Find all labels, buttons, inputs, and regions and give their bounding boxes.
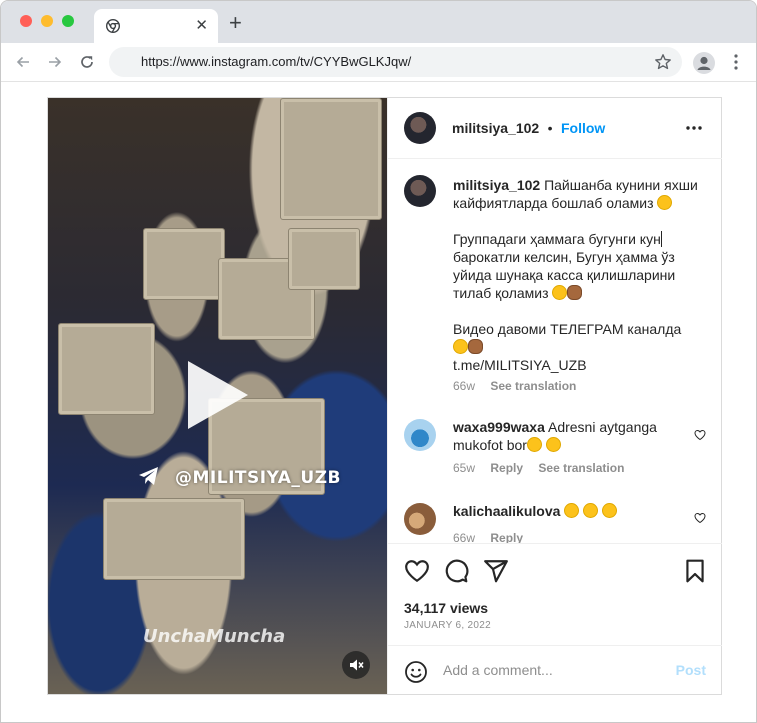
comment-time[interactable]: 66w [453,531,475,543]
address-bar[interactable]: https://www.instagram.com/tv/CYYBwGLKJqw… [109,47,682,77]
reload-button[interactable] [77,52,97,72]
grinning-sweat-emoji-icon [552,285,568,300]
post-author-username[interactable]: militsiya_102 [452,120,539,136]
more-icon[interactable] [685,125,703,131]
watermark-brand: UnchaMuncha [143,626,286,647]
avatar[interactable] [404,175,436,207]
praying-hands-emoji-icon [567,285,583,300]
see-translation-button[interactable]: See translation [490,379,576,393]
astonished-emoji-icon [602,503,618,518]
video-frame-detail [143,228,225,300]
comment-meta: 66w Reply [453,531,535,543]
caption-meta: 66w See translation [453,379,588,393]
comment-text: waxa999waxa Adresni aytganga mukofot bor [453,418,673,454]
back-button[interactable] [13,52,33,72]
heart-icon[interactable] [404,558,430,584]
forward-button[interactable] [45,52,65,72]
video-frame-detail [288,228,360,290]
video-frame-detail [103,498,245,580]
heart-icon[interactable] [694,429,706,441]
tab-close-icon[interactable]: ✕ [195,16,208,36]
emoji-icon[interactable] [404,660,428,684]
tab-strip: ✕ + [1,1,756,43]
browser-window: ✕ + https://www.instagram.com/tv/CYYBwGL… [0,0,757,723]
play-icon[interactable] [188,361,248,429]
comment-username[interactable]: waxa999waxa [453,419,545,435]
laughing-emoji-icon [545,437,561,452]
new-tab-button[interactable]: + [229,12,242,34]
view-count[interactable]: 34,117 views [404,600,488,616]
video-frame-detail [58,323,155,415]
mute-button[interactable] [342,651,370,679]
url-text[interactable]: https://www.instagram.com/tv/CYYBwGLKJqw… [141,54,411,69]
follow-button[interactable]: Follow [561,120,605,136]
caption: militsiya_102 Пайшанба кунини яхши кайфи… [453,176,703,374]
post-comment-button[interactable]: Post [676,662,706,678]
instagram-post: @MILITSIYA_UZB UnchaMuncha militsiya_102… [47,97,722,695]
reply-button[interactable]: Reply [490,461,523,475]
astonished-emoji-icon [564,503,580,518]
post-sidebar: militsiya_102 • Follow militsiya_102 Пай… [387,98,722,694]
separator-dot: • [547,120,553,136]
caption-line-3: Видео давоми ТЕЛЕГРАМ каналда [453,321,682,337]
save-icon[interactable] [682,558,708,584]
astonished-emoji-icon [583,503,599,518]
comment-username[interactable]: kalichaalikulova [453,503,560,519]
text-cursor [660,231,662,247]
post-actions: 34,117 views JANUARY 6, 2022 Post [388,543,722,695]
kebab-menu-icon[interactable] [729,53,743,71]
star-icon[interactable] [654,53,672,71]
comment-time[interactable]: 65w [453,461,475,475]
smiling-emoji-icon [657,195,673,210]
video-player[interactable]: @MILITSIYA_UZB UnchaMuncha [48,98,387,694]
avatar[interactable] [404,503,436,535]
pointing-down-emoji-icon [468,339,483,354]
watermark-channel: @MILITSIYA_UZB [175,468,341,488]
comment-icon[interactable] [443,558,469,584]
forward-icon [49,56,62,68]
comment-text: kalichaalikulova [453,502,693,520]
caption-time[interactable]: 66w [453,379,475,393]
avatar[interactable] [404,112,436,144]
browser-tab[interactable]: ✕ [94,9,218,43]
laughing-emoji-icon [526,437,542,452]
caption-username[interactable]: militsiya_102 [453,177,540,193]
header-text: militsiya_102 • Follow [452,120,605,138]
minimize-window-button[interactable] [41,15,53,27]
mute-icon [350,659,364,671]
reload-icon [81,56,93,68]
video-frame-detail [280,98,382,220]
maximize-window-button[interactable] [62,15,74,27]
chrome-icon [106,19,120,33]
heart-icon[interactable] [694,512,706,524]
laughing-emoji-icon [453,339,468,354]
share-icon[interactable] [483,558,509,584]
comments-list: militsiya_102 Пайшанба кунини яхши кайфи… [388,159,722,543]
post-header: militsiya_102 • Follow [388,98,722,159]
browser-toolbar: https://www.instagram.com/tv/CYYBwGLKJqw… [1,43,756,82]
see-translation-button[interactable]: See translation [538,461,624,475]
telegram-icon [139,467,158,485]
reply-button[interactable]: Reply [490,531,523,543]
avatar[interactable] [404,419,436,451]
comment-meta: 65w Reply See translation [453,461,636,475]
add-comment-bar: Post [388,645,722,696]
back-icon [16,56,29,68]
comment-input[interactable] [443,660,663,680]
caption-line-2a: Группадаги ҳаммага бугунги кун [453,231,661,247]
post-date[interactable]: JANUARY 6, 2022 [404,620,491,631]
close-window-button[interactable] [20,15,32,27]
caption-link[interactable]: t.me/MILITSIYA_UZB [453,357,587,373]
profile-icon[interactable] [693,52,715,74]
